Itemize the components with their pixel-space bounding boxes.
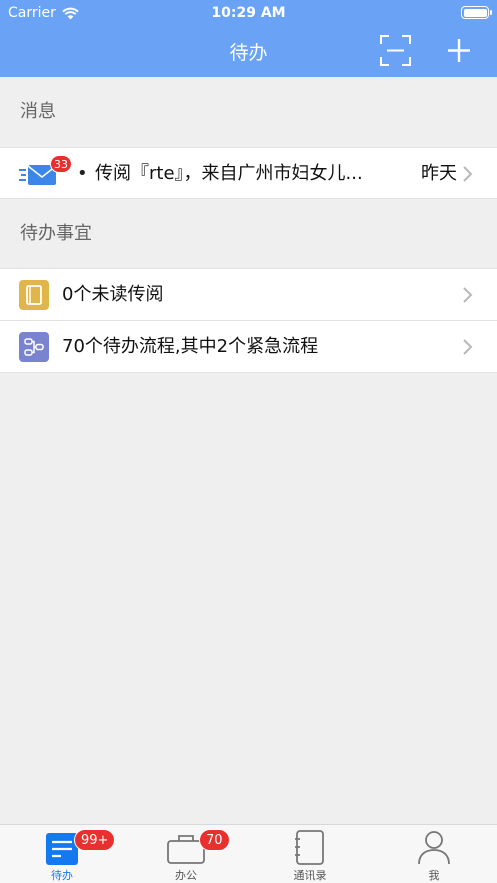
message-text: 传阅『rte』，来自广州市妇女儿...	[95, 163, 363, 184]
chevron-right-icon	[463, 166, 473, 182]
tab-badge: 70	[199, 829, 230, 851]
todo-item-pending-workflows[interactable]: 70个待办流程,其中2个紧急流程	[0, 321, 497, 373]
book-icon	[19, 280, 49, 310]
tab-label: 待办	[51, 869, 73, 882]
person-icon	[418, 831, 450, 865]
unread-dot: •	[77, 163, 88, 184]
tab-label: 通讯录	[293, 869, 327, 882]
todo-list-icon	[46, 833, 78, 865]
page-title: 待办	[229, 42, 268, 64]
add-icon[interactable]	[444, 34, 474, 67]
todo-section-header: 待办事宜	[20, 223, 92, 244]
flow-icon	[19, 332, 49, 362]
tab-badge: 99+	[74, 829, 116, 851]
tab-label: 我	[428, 869, 440, 882]
status-time: 10:29 AM	[211, 5, 286, 21]
nav-bar: 待办	[0, 26, 497, 77]
battery-icon	[461, 6, 492, 19]
message-count-badge: 33	[50, 155, 72, 173]
tab-office[interactable]: 70 办公	[124, 825, 248, 883]
tab-bar: 99+ 待办 70 办公 通讯录 我	[0, 824, 497, 883]
chevron-right-icon	[463, 287, 473, 303]
message-row[interactable]: 33 • 传阅『rte』，来自广州市妇女儿... 昨天	[0, 147, 497, 199]
todo-item-label: 70个待办流程,其中2个紧急流程	[62, 336, 319, 357]
contacts-book-icon	[295, 830, 324, 865]
status-bar: Carrier 10:29 AM	[0, 0, 497, 26]
tab-me[interactable]: 我	[372, 825, 496, 883]
messages-section-header: 消息	[20, 101, 56, 122]
tab-todo[interactable]: 99+ 待办	[0, 825, 124, 883]
chevron-right-icon	[463, 339, 473, 355]
tab-contacts[interactable]: 通讯录	[248, 825, 372, 883]
todo-item-label: 0个未读传阅	[62, 284, 164, 305]
tab-label: 办公	[175, 869, 197, 882]
scan-icon[interactable]	[379, 34, 412, 67]
message-date: 昨天	[421, 163, 457, 184]
todo-item-unread-circulation[interactable]: 0个未读传阅	[0, 268, 497, 321]
